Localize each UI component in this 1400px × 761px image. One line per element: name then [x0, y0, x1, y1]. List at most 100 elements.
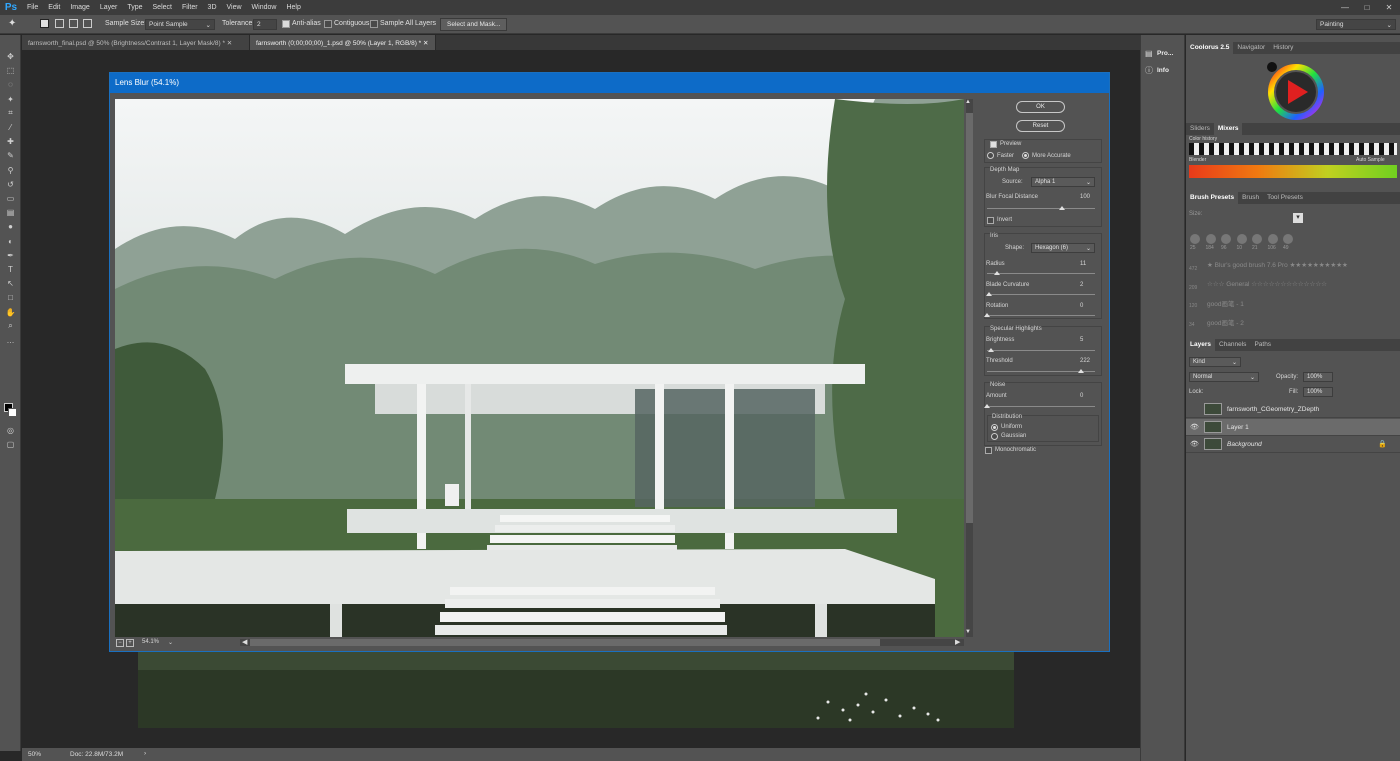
tab-farnsworth-final[interactable]: farnsworth_final.psd @ 50% (Brightness/C…: [22, 35, 250, 50]
add-selection-icon[interactable]: [55, 19, 64, 28]
status-menu-arrow[interactable]: ›: [144, 750, 146, 757]
amount-knob[interactable]: [984, 404, 990, 408]
brush-tip[interactable]: [1267, 234, 1278, 244]
blade-curvature-value[interactable]: 2: [1080, 282, 1083, 288]
threshold-value[interactable]: 222: [1080, 358, 1090, 364]
brush-preset-item[interactable]: 34 good画笔 - 2: [1186, 313, 1400, 330]
properties-panel-button[interactable]: ▤ Pro...: [1145, 49, 1173, 58]
brush-panel-menu-icon[interactable]: ▾: [1293, 213, 1303, 223]
sample-all-layers-checkbox[interactable]: [370, 20, 378, 28]
document-canvas[interactable]: [138, 650, 1014, 728]
menu-3d[interactable]: 3D: [203, 4, 222, 11]
scroll-left-icon[interactable]: ◀: [242, 638, 247, 646]
screen-mode-icon[interactable]: ▢: [5, 439, 16, 450]
lens-blur-preview[interactable]: [115, 99, 964, 637]
pen-tool-icon[interactable]: ✒: [5, 250, 16, 261]
radius-knob[interactable]: [994, 271, 1000, 275]
blur-focal-distance-knob[interactable]: [1059, 206, 1065, 210]
gradient-tool-icon[interactable]: ▤: [5, 207, 16, 218]
brightness-value[interactable]: 5: [1080, 337, 1083, 343]
history-brush-icon[interactable]: ↺: [5, 179, 16, 190]
sample-size-select[interactable]: Point Sample ⌄: [145, 19, 215, 30]
brightness-slider[interactable]: [987, 350, 1095, 351]
tab-mixers[interactable]: Mixers: [1213, 123, 1243, 135]
monochromatic-checkbox[interactable]: [985, 447, 992, 454]
blur-focal-distance-value[interactable]: 100: [1080, 194, 1090, 200]
tab-layers[interactable]: Layers: [1186, 339, 1215, 351]
scroll-right-icon[interactable]: ▶: [955, 638, 960, 646]
magic-wand-tool-icon[interactable]: ✦: [5, 94, 16, 105]
move-tool-icon[interactable]: ✥: [5, 51, 16, 62]
new-selection-icon[interactable]: [40, 19, 49, 28]
opacity-input[interactable]: 100%: [1303, 372, 1333, 382]
hand-tool-icon[interactable]: ✋: [5, 307, 16, 318]
horizontal-scroll-thumb[interactable]: [250, 639, 880, 646]
menu-filter[interactable]: Filter: [177, 4, 203, 11]
layer-name[interactable]: Background: [1227, 441, 1262, 448]
brush-tool-icon[interactable]: ✎: [5, 150, 16, 161]
type-tool-icon[interactable]: T: [5, 264, 16, 275]
info-panel-button[interactable]: ⓘ Info: [1145, 65, 1169, 76]
menu-select[interactable]: Select: [148, 4, 177, 11]
color-history-swatches[interactable]: [1189, 143, 1397, 155]
menu-edit[interactable]: Edit: [43, 4, 65, 11]
menu-type[interactable]: Type: [122, 4, 147, 11]
zoom-dropdown-icon[interactable]: ⌄: [168, 639, 173, 646]
brush-tip[interactable]: [1221, 234, 1231, 244]
menu-window[interactable]: Window: [247, 4, 282, 11]
path-selection-icon[interactable]: ↖: [5, 278, 16, 289]
layer-row[interactable]: farnsworth_CGeometry_ZDepth: [1186, 401, 1400, 418]
eraser-tool-icon[interactable]: ▭: [5, 193, 16, 204]
scroll-down-icon[interactable]: ▼: [965, 629, 971, 635]
faster-radio[interactable]: [987, 152, 994, 159]
rotation-value[interactable]: 0: [1080, 303, 1083, 309]
rotation-knob[interactable]: [984, 313, 990, 317]
brush-preset-item[interactable]: 120 good画笔 - 1: [1186, 294, 1400, 311]
menu-file[interactable]: File: [22, 4, 43, 11]
workspace-select[interactable]: Painting ⌄: [1316, 19, 1396, 30]
tolerance-input[interactable]: 2: [253, 19, 277, 30]
blend-mode-select[interactable]: Normal ⌄: [1189, 372, 1259, 382]
intersect-selection-icon[interactable]: [83, 19, 92, 28]
invert-checkbox[interactable]: [987, 217, 994, 224]
reset-button[interactable]: Reset: [1016, 120, 1065, 132]
background-color-swatch[interactable]: [8, 408, 17, 417]
tab-brush-presets[interactable]: Brush Presets: [1186, 192, 1239, 204]
healing-brush-icon[interactable]: ✚: [5, 136, 16, 147]
tab-farnsworth-layer1[interactable]: farnsworth (0;00;00;00)_1.psd @ 50% (Lay…: [250, 35, 436, 50]
threshold-knob[interactable]: [1078, 369, 1084, 373]
scroll-up-icon[interactable]: ▲: [965, 99, 971, 105]
brush-tip[interactable]: [1205, 234, 1216, 244]
preview-checkbox[interactable]: [990, 141, 997, 148]
vertical-scroll-thumb[interactable]: [966, 113, 973, 523]
subtract-selection-icon[interactable]: [69, 19, 78, 28]
brush-tip[interactable]: [1236, 234, 1247, 244]
tab-brush[interactable]: Brush: [1238, 192, 1263, 204]
menu-image[interactable]: Image: [65, 4, 94, 11]
eyedropper-tool-icon[interactable]: ⁄: [5, 122, 16, 133]
marquee-tool-icon[interactable]: ⬚: [5, 65, 16, 76]
blade-curvature-knob[interactable]: [986, 292, 992, 296]
tab-history[interactable]: History: [1269, 42, 1297, 54]
blade-curvature-slider[interactable]: [987, 294, 1095, 295]
menu-help[interactable]: Help: [281, 4, 305, 11]
brush-tip[interactable]: [1252, 234, 1262, 244]
color-wheel[interactable]: [1266, 60, 1326, 124]
layer-name[interactable]: Layer 1: [1227, 424, 1249, 431]
quick-mask-icon[interactable]: ◎: [5, 425, 16, 436]
menu-view[interactable]: View: [222, 4, 247, 11]
maximize-button[interactable]: □: [1356, 0, 1378, 15]
select-and-mask-button[interactable]: Select and Mask...: [440, 18, 508, 31]
rotation-slider[interactable]: [987, 315, 1095, 316]
more-tools-icon[interactable]: …: [5, 335, 16, 346]
tab-coolorus[interactable]: Coolorus 2.5: [1186, 42, 1234, 54]
layer-visibility-eye-icon[interactable]: 👁: [1190, 423, 1199, 431]
contiguous-checkbox[interactable]: [324, 20, 332, 28]
lasso-tool-icon[interactable]: ◌: [5, 79, 16, 90]
tab-sliders[interactable]: Sliders: [1186, 123, 1214, 135]
fill-input[interactable]: 100%: [1303, 387, 1333, 397]
radius-slider[interactable]: [987, 273, 1095, 274]
brush-preset-item[interactable]: 209 ☆☆☆ General ☆☆☆☆☆☆☆☆☆☆☆☆☆: [1186, 276, 1400, 293]
gaussian-radio[interactable]: [991, 433, 998, 440]
layer-row[interactable]: 👁 Background 🔒: [1186, 436, 1400, 453]
